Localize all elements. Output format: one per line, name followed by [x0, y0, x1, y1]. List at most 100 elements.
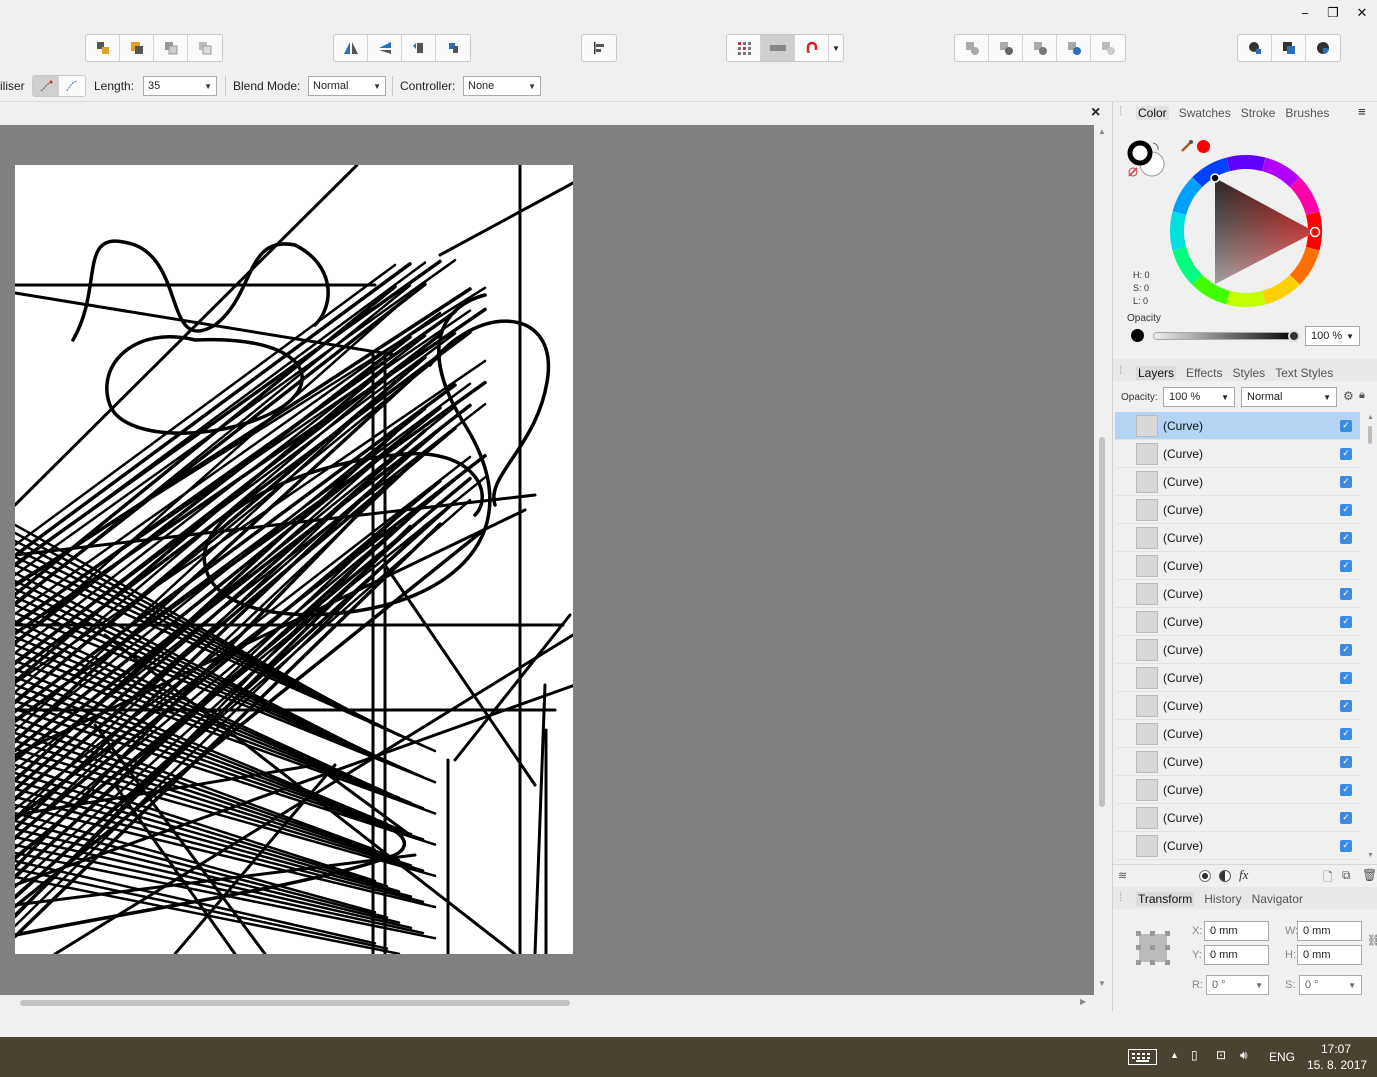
adjustment-icon[interactable]: [1219, 870, 1231, 882]
insert-behind-icon[interactable]: [1238, 35, 1272, 61]
clock-time[interactable]: 17:07: [1321, 1042, 1351, 1056]
link-icon[interactable]: ⛓︎: [1367, 934, 1377, 947]
opacity-slider[interactable]: [1153, 330, 1300, 342]
flip-vertical-icon[interactable]: [368, 35, 402, 61]
network-icon[interactable]: ⊡: [1216, 1048, 1226, 1062]
layer-row[interactable]: (Curve) ✓: [1115, 692, 1360, 720]
tab-swatches[interactable]: Swatches: [1179, 106, 1231, 120]
add-layer-icon[interactable]: 🗋︎: [1323, 868, 1333, 889]
tab-stroke[interactable]: Stroke: [1241, 106, 1276, 120]
fx-icon[interactable]: fx: [1239, 867, 1248, 883]
add-group-icon[interactable]: ⧉: [1342, 868, 1351, 883]
scroll-down-icon[interactable]: ▼: [1098, 979, 1106, 988]
rotate-right-icon[interactable]: [436, 35, 470, 61]
layer-row[interactable]: (Curve) ✓: [1115, 608, 1360, 636]
rotation-field[interactable]: 0 ° ▼: [1206, 975, 1269, 995]
fill-stroke-selector[interactable]: [1125, 138, 1165, 180]
opacity-slider-handle[interactable]: [1288, 330, 1300, 342]
delete-layer-icon[interactable]: 🗑︎: [1362, 868, 1377, 882]
move-to-back-icon[interactable]: [188, 35, 222, 61]
insert-inside-icon[interactable]: [1306, 35, 1340, 61]
layer-blend-dropdown[interactable]: Normal ▼: [1241, 387, 1337, 407]
close-document-button[interactable]: ×: [1091, 104, 1100, 122]
layer-row[interactable]: (Curve) ✓: [1115, 664, 1360, 692]
tab-text-styles[interactable]: Text Styles: [1275, 366, 1333, 380]
layer-row[interactable]: (Curve) ✓: [1115, 720, 1360, 748]
length-dropdown[interactable]: 35 ▼: [143, 76, 217, 96]
layer-row[interactable]: (Curve) ✓: [1115, 468, 1360, 496]
visibility-checkbox[interactable]: ✓: [1340, 559, 1352, 572]
scroll-right-icon[interactable]: ▶: [1080, 997, 1086, 1006]
visibility-checkbox[interactable]: ✓: [1340, 503, 1352, 516]
layer-row[interactable]: (Curve) ✓: [1115, 412, 1360, 440]
visibility-checkbox[interactable]: ✓: [1340, 531, 1352, 544]
visibility-checkbox[interactable]: ✓: [1340, 643, 1352, 656]
tab-navigator[interactable]: Navigator: [1252, 892, 1303, 906]
layers-scroll-thumb[interactable]: [1368, 426, 1372, 444]
layers-scrollbar[interactable]: ▲ ▼: [1365, 414, 1375, 864]
layer-row[interactable]: (Curve) ✓: [1115, 552, 1360, 580]
restore-button[interactable]: ❐: [1322, 3, 1344, 23]
snapping-options-icon[interactable]: ▼: [829, 35, 843, 61]
lock-icon[interactable]: 🔒︎: [1359, 389, 1365, 402]
xor-shape-icon[interactable]: [1057, 35, 1091, 61]
visibility-checkbox[interactable]: ✓: [1340, 755, 1352, 768]
visibility-checkbox[interactable]: ✓: [1340, 811, 1352, 824]
volume-icon[interactable]: 🔊︎: [1240, 1048, 1248, 1063]
close-button[interactable]: ✕: [1351, 3, 1373, 23]
shear-field[interactable]: 0 ° ▼: [1299, 975, 1362, 995]
layer-row[interactable]: (Curve) ✓: [1115, 524, 1360, 552]
layer-row[interactable]: (Curve) ✓: [1115, 580, 1360, 608]
visibility-checkbox[interactable]: ✓: [1340, 419, 1352, 432]
layer-row[interactable]: (Curve) ✓: [1115, 748, 1360, 776]
document-page[interactable]: [15, 165, 573, 954]
visibility-checkbox[interactable]: ✓: [1340, 671, 1352, 684]
keyboard-icon[interactable]: [1128, 1049, 1157, 1065]
horizontal-scroll-thumb[interactable]: [20, 1000, 570, 1006]
drawing-curves[interactable]: [15, 165, 573, 954]
tray-expand-icon[interactable]: ▲: [1170, 1050, 1179, 1060]
layer-row[interactable]: (Curve) ✓: [1115, 832, 1360, 860]
current-color-swatch[interactable]: [1197, 140, 1210, 153]
tab-brushes[interactable]: Brushes: [1285, 106, 1329, 120]
window-mode-icon[interactable]: [59, 76, 85, 96]
horizontal-scrollbar[interactable]: ▶: [0, 995, 1094, 1011]
rope-mode-icon[interactable]: [33, 76, 59, 96]
flip-horizontal-icon[interactable]: [334, 35, 368, 61]
layer-row[interactable]: (Curve) ✓: [1115, 776, 1360, 804]
panel-grip-icon[interactable]: ⁞: [1119, 890, 1122, 904]
scroll-down-icon[interactable]: ▼: [1367, 852, 1374, 859]
panel-grip-icon[interactable]: ⁞: [1119, 104, 1122, 118]
intersect-shape-icon[interactable]: [1023, 35, 1057, 61]
rotate-left-icon[interactable]: [402, 35, 436, 61]
anchor-selector-icon[interactable]: [1135, 930, 1171, 966]
gear-icon[interactable]: ⚙: [1343, 389, 1354, 403]
tab-history[interactable]: History: [1204, 892, 1241, 906]
blend-mode-dropdown[interactable]: Normal ▼: [308, 76, 386, 96]
move-to-front-icon[interactable]: [86, 35, 120, 61]
vertical-scroll-thumb[interactable]: [1099, 437, 1105, 807]
subtract-shape-icon[interactable]: [989, 35, 1023, 61]
layer-stack-icon[interactable]: ≋: [1118, 869, 1127, 882]
tab-color[interactable]: Color: [1136, 106, 1169, 120]
tab-transform[interactable]: Transform: [1136, 892, 1195, 906]
clock-date[interactable]: 15. 8. 2017: [1307, 1058, 1367, 1072]
scroll-up-icon[interactable]: ▲: [1367, 414, 1374, 421]
device-icon[interactable]: ▯: [1191, 1048, 1198, 1062]
layer-row[interactable]: (Curve) ✓: [1115, 636, 1360, 664]
scroll-up-icon[interactable]: ▲: [1098, 127, 1106, 136]
panel-grip-icon[interactable]: ⁞: [1119, 363, 1122, 377]
color-wheel[interactable]: [1169, 154, 1323, 311]
h-field[interactable]: 0 mm: [1297, 945, 1362, 965]
visibility-checkbox[interactable]: ✓: [1340, 615, 1352, 628]
minimize-button[interactable]: −: [1294, 3, 1316, 23]
add-shape-icon[interactable]: [955, 35, 989, 61]
y-field[interactable]: 0 mm: [1204, 945, 1269, 965]
x-field[interactable]: 0 mm: [1204, 921, 1269, 941]
vertical-scrollbar[interactable]: ▲ ▼: [1094, 125, 1110, 995]
visibility-checkbox[interactable]: ✓: [1340, 447, 1352, 460]
visibility-checkbox[interactable]: ✓: [1340, 783, 1352, 796]
grid-icon[interactable]: [727, 35, 761, 61]
layer-opacity-field[interactable]: 100 % ▼: [1163, 387, 1235, 407]
insert-top-icon[interactable]: [1272, 35, 1306, 61]
